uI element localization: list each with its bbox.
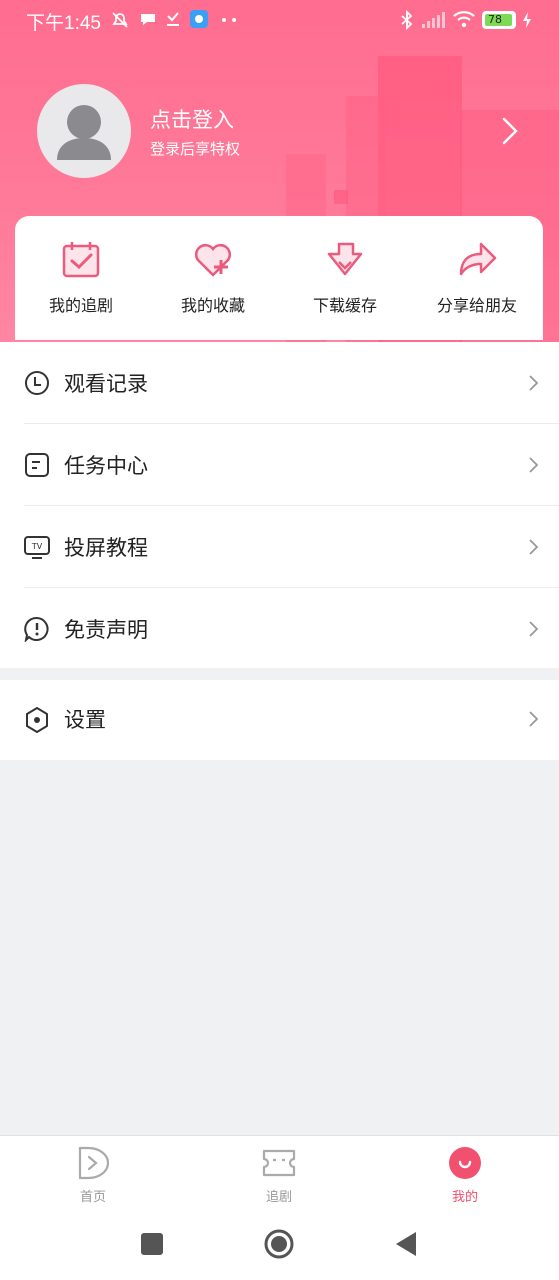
quick-action-download-cache[interactable]: 下载缓存 (279, 216, 411, 340)
smile-icon (449, 1147, 481, 1179)
heart-plus-icon (195, 244, 231, 277)
battery-icon: 78 (482, 11, 516, 29)
chat-bubble-icon (141, 14, 155, 25)
mute-icon (112, 12, 128, 28)
task-icon (25, 453, 49, 477)
user-avatar-icon (57, 105, 111, 160)
avatar[interactable] (37, 84, 131, 178)
chevron-right-icon (529, 621, 539, 637)
chevron-right-icon (529, 711, 539, 727)
tab-mine[interactable]: 我的 (405, 1136, 525, 1211)
tab-label: 首页 (79, 1190, 106, 1205)
bluetooth-icon (401, 10, 413, 30)
download-check-icon (167, 12, 179, 26)
charging-icon (523, 12, 531, 28)
menu-item-label: 任务中心 (64, 454, 148, 478)
section-gap (0, 668, 559, 680)
battery-level: 78 (488, 13, 502, 26)
decorative-building (334, 190, 348, 204)
clock-icon (25, 371, 49, 395)
more-dots-icon (222, 18, 236, 22)
play-icon (78, 1146, 110, 1180)
quick-actions-card: 我的追剧 我的收藏 下载缓存 分享给朋友 (15, 216, 543, 340)
alert-icon (24, 616, 49, 642)
tab-label: 追剧 (265, 1190, 292, 1205)
wifi-icon (453, 11, 475, 28)
back-button-icon[interactable] (394, 1230, 418, 1258)
tab-series[interactable]: 追剧 (219, 1136, 339, 1211)
menu-item-task-center[interactable]: 任务中心 (0, 424, 559, 506)
chevron-right-icon (529, 375, 539, 391)
settings-icon (26, 707, 48, 733)
svg-text:TV: TV (31, 542, 43, 551)
chevron-right-icon (529, 457, 539, 473)
menu-item-label: 投屏教程 (64, 536, 148, 560)
quick-action-favorites[interactable]: 我的收藏 (147, 216, 279, 340)
menu-item-label: 观看记录 (64, 372, 148, 396)
download-icon (327, 242, 363, 276)
quick-action-label: 我的收藏 (180, 296, 245, 315)
quick-action-my-series[interactable]: 我的追剧 (15, 216, 147, 340)
menu-item-label: 设置 (64, 708, 106, 732)
quick-action-label: 下载缓存 (312, 296, 377, 315)
quick-action-share[interactable]: 分享给朋友 (411, 216, 543, 340)
chevron-right-icon[interactable] (497, 116, 523, 146)
menu-item-disclaimer[interactable]: 免责声明 (0, 588, 559, 670)
ticket-icon (262, 1149, 296, 1177)
menu-item-settings[interactable]: 设置 (0, 680, 559, 760)
status-bar: 下午1:45 78 (0, 0, 559, 40)
tv-icon: TV (24, 536, 50, 559)
app-notification-icon (190, 10, 208, 28)
recent-apps-icon[interactable] (140, 1232, 164, 1256)
chevron-right-icon (529, 539, 539, 555)
status-time: 下午1:45 (26, 13, 101, 34)
share-icon (459, 242, 497, 276)
login-subtitle: 登录后享特权 (150, 140, 241, 158)
system-nav-bar (0, 1210, 559, 1280)
signal-icon (422, 12, 445, 28)
menu-list: 观看记录 任务中心 TV 投屏教程 免责声明 (0, 342, 559, 670)
menu-item-label: 免责声明 (64, 618, 148, 642)
login-title[interactable]: 点击登入 (150, 104, 234, 134)
tab-label: 我的 (451, 1190, 478, 1205)
quick-action-label: 我的追剧 (48, 296, 113, 315)
menu-item-watch-history[interactable]: 观看记录 (0, 342, 559, 424)
home-button-icon[interactable] (263, 1228, 295, 1260)
calendar-check-icon (62, 242, 100, 278)
bottom-tab-bar: 首页 追剧 我的 (0, 1135, 559, 1210)
quick-action-label: 分享给朋友 (436, 296, 517, 315)
menu-item-cast-tutorial[interactable]: TV 投屏教程 (0, 506, 559, 588)
tab-home[interactable]: 首页 (33, 1136, 153, 1211)
